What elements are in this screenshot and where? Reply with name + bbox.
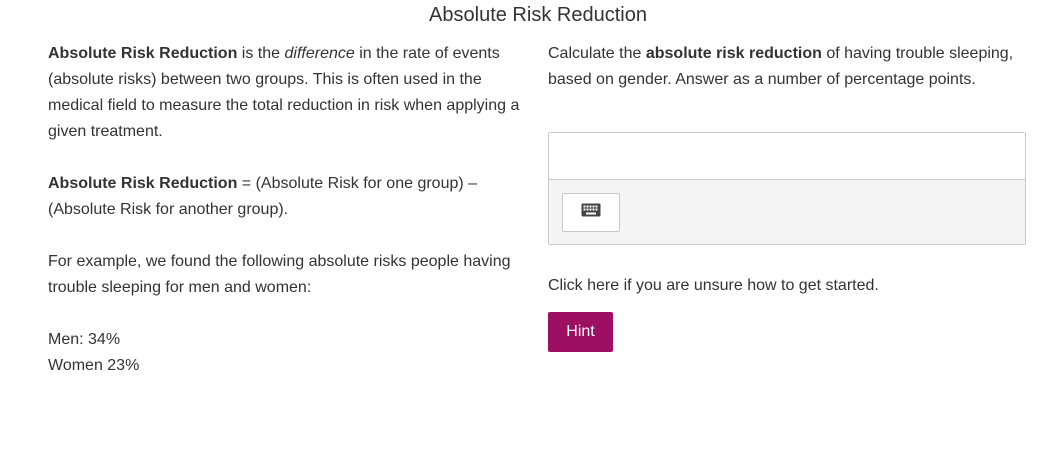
risk-men: Men: 34% — [48, 331, 121, 348]
question-text-1: Calculate the — [548, 45, 646, 62]
answer-input[interactable] — [549, 133, 1025, 180]
hint-button[interactable]: Hint — [548, 312, 613, 352]
explanation-panel: Absolute Risk Reduction is the differenc… — [48, 41, 528, 379]
question-text: Calculate the absolute risk reduction of… — [548, 41, 1018, 93]
question-panel: Calculate the absolute risk reduction of… — [548, 41, 1018, 93]
keyboard-button[interactable] — [562, 193, 620, 232]
definition-emphasis: difference — [284, 45, 355, 62]
page-title: Absolute Risk Reduction — [429, 4, 647, 26]
risk-women: Women 23% — [48, 357, 140, 374]
keyboard-icon — [581, 203, 601, 222]
example-paragraph: For example, we found the following abso… — [48, 253, 511, 296]
definition-text-1: is the — [237, 45, 285, 62]
formula-paragraph: Absolute Risk Reduction = (Absolute Risk… — [48, 171, 528, 223]
definition-term: Absolute Risk Reduction — [48, 45, 238, 62]
answer-toolbar — [549, 180, 1025, 244]
definition-paragraph: Absolute Risk Reduction is the differenc… — [48, 41, 528, 145]
get-started-link[interactable]: Click here if you are unsure how to get … — [548, 273, 879, 299]
answer-box — [548, 132, 1026, 245]
question-bold: absolute risk reduction — [645, 45, 822, 62]
formula-term: Absolute Risk Reduction — [48, 175, 238, 192]
